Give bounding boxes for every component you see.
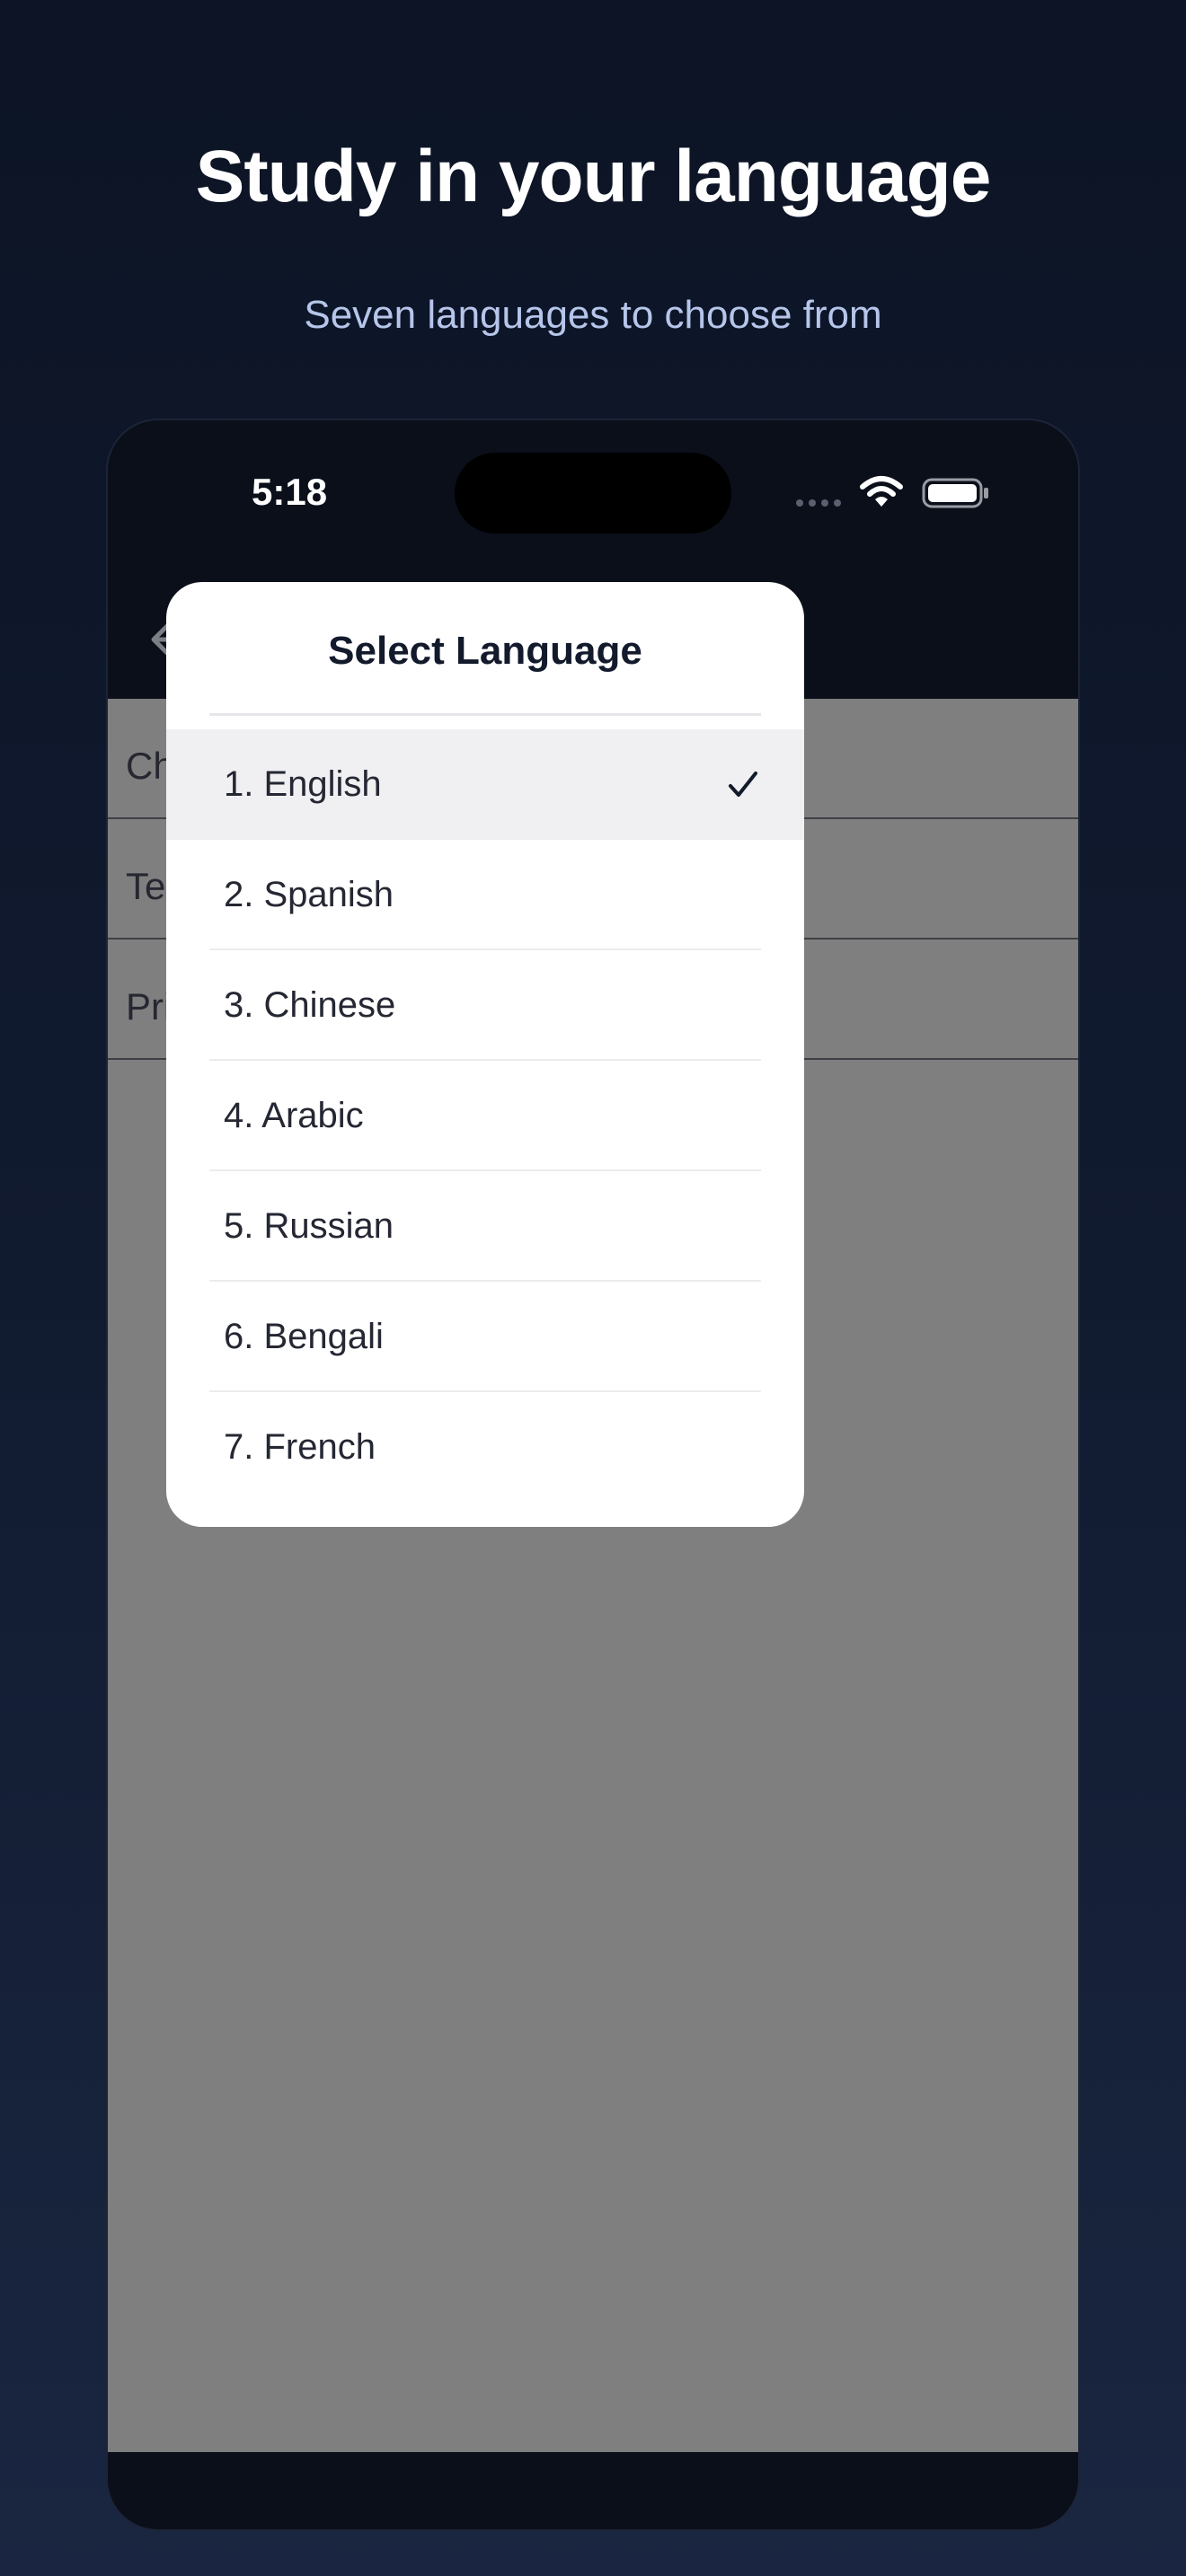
checkmark-icon <box>729 772 757 797</box>
wifi-icon <box>860 476 903 507</box>
status-time: 5:18 <box>252 471 328 513</box>
language-option-label: 1. English <box>224 764 382 804</box>
language-option-bengali[interactable]: 6. Bengali <box>166 1282 804 1392</box>
language-option-english[interactable]: 1. English <box>166 729 804 840</box>
language-option-label: 3. Chinese <box>224 985 396 1025</box>
modal-divider <box>209 713 761 716</box>
marketing-subhead: Seven languages to choose from <box>304 293 882 337</box>
language-select-modal: Select Language 1. English 2. Spanish 3.… <box>166 582 804 1527</box>
language-option-label: 4. Arabic <box>224 1096 364 1135</box>
language-option-label: 6. Bengali <box>224 1317 384 1356</box>
bottom-bar <box>108 2452 1078 2529</box>
cellular-signal-icon <box>796 499 841 507</box>
battery-icon <box>922 478 988 508</box>
language-option-chinese[interactable]: 3. Chinese <box>166 950 804 1061</box>
modal-title: Select Language <box>328 629 642 673</box>
language-option-label: 2. Spanish <box>224 875 394 914</box>
marketing-headline: Study in your language <box>195 136 992 217</box>
dynamic-island <box>455 453 731 534</box>
language-option-french[interactable]: 7. French <box>166 1392 804 1503</box>
language-option-spanish[interactable]: 2. Spanish <box>166 840 804 950</box>
language-option-arabic[interactable]: 4. Arabic <box>166 1061 804 1171</box>
language-option-label: 5. Russian <box>224 1206 394 1246</box>
language-option-label: 7. French <box>224 1427 376 1467</box>
language-list: 1. English 2. Spanish 3. Chinese 4. Arab… <box>166 729 804 1503</box>
language-option-russian[interactable]: 5. Russian <box>166 1171 804 1282</box>
status-bar: 5:18 <box>108 420 1078 546</box>
